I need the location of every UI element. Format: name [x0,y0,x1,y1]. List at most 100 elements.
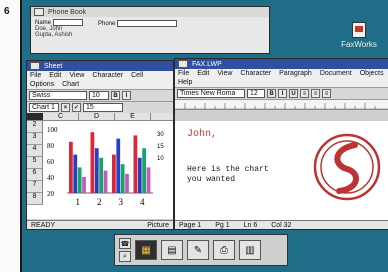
sheet-titlebar[interactable]: Sheet [27,61,173,71]
menu-help[interactable]: Help [178,79,192,86]
cell-value-input[interactable]: 15 [83,103,123,112]
menu-edit[interactable]: Edit [49,72,61,79]
align-right-icon[interactable]: ≡ [322,89,331,98]
system-menu-icon[interactable] [34,8,44,16]
chart-bar [142,148,147,193]
spreadsheet-grid[interactable]: C D E 2 3 4 5 6 7 8 100 80 60 40 20 30 15 10 1 2 3… [27,113,173,219]
bold-button[interactable]: B [111,91,120,100]
italic-button[interactable]: I [278,89,287,98]
application-launcher-bar: ☎ ⌕ ▦ ▤ ✎ ⎙ ▥ [114,234,288,266]
chart-bar [133,135,138,193]
cancel-icon[interactable]: × [61,103,70,112]
faxworks-label: FaxWorks [341,40,377,49]
align-left-icon[interactable]: ≡ [300,89,309,98]
faxworks-desktop-icon[interactable]: FaxWorks [334,22,384,49]
fax-menubar: File Edit View Character Paragraph Docum… [175,69,388,88]
notes-icon[interactable]: ▤ [161,240,183,260]
system-menu-icon[interactable] [30,62,40,70]
spreadsheet-icon[interactable]: ▦ [135,240,157,260]
system-menu-icon[interactable] [178,60,188,68]
menu-view[interactable]: View [69,72,84,79]
fax-document-window[interactable]: FAX.LWP File Edit View Character Paragra… [174,58,388,230]
menu-document[interactable]: Document [320,70,352,77]
x-tick-label: 3 [119,197,124,207]
font-size-select[interactable]: 12 [247,89,265,98]
column-header-d[interactable]: D [79,113,115,120]
printer-icon[interactable]: ⎙ [213,240,235,260]
entry-gupta-ashish[interactable]: Gupta, Ashish [35,32,90,38]
menu-paragraph[interactable]: Paragraph [279,70,312,77]
x-tick-label: 2 [97,197,102,207]
status-pg: Pg 1 [215,221,230,229]
phone-book-icon[interactable]: ☎ [119,238,131,249]
align-center-icon[interactable]: ≡ [311,89,320,98]
menu-character[interactable]: Character [92,72,123,79]
chart-bar [146,167,151,193]
row-header[interactable]: 3 [27,133,42,145]
row-header[interactable]: 8 [27,193,42,205]
pen-icon[interactable]: ✎ [187,240,209,260]
chart-bar [94,148,99,193]
sheet-statusbar: READY Picture [27,220,173,229]
bold-button[interactable]: B [267,89,276,98]
confirm-icon[interactable]: ✓ [72,103,81,112]
row-header[interactable]: 4 [27,145,42,157]
y-tick-label: 20 [47,190,55,198]
font-size-select[interactable]: 10 [89,91,109,100]
menu-options[interactable]: Options [30,81,54,88]
font-name-select[interactable]: Times New Roma [177,89,245,98]
sheet-window[interactable]: Sheet File Edit View Character Cell Opti… [26,60,174,230]
column-header-c[interactable]: C [43,113,79,120]
row-header[interactable]: 2 [27,121,42,133]
chart-bar [116,138,121,193]
chart-bar [125,173,129,193]
embedded-bar-chart[interactable]: 100 80 60 40 20 30 15 10 1 2 3 4 [45,123,173,213]
status-column: Col 32 [271,221,292,229]
document-page[interactable]: John, Here is the chart you wanted [175,121,388,220]
menu-edit[interactable]: Edit [197,70,209,77]
fax-titlebar[interactable]: FAX.LWP [175,59,388,69]
column-header-e[interactable]: E [115,113,151,120]
y-tick-label: 40 [47,174,55,182]
faxworks-icon [352,22,366,38]
desktop-screen: Phone Book Name Doe, John Gupta, Ashish … [20,0,388,272]
sheet-title: Sheet [44,62,63,70]
ruler[interactable] [175,100,388,110]
letter-greeting[interactable]: John, [187,129,217,140]
company-logo [313,133,381,201]
phone-book-titlebar[interactable]: Phone Book [31,7,269,17]
status-picture: Picture [147,221,169,229]
y-tick-label-right: 15 [157,144,164,150]
y-tick-label: 100 [47,126,58,134]
menu-chart[interactable]: Chart [62,81,79,88]
chart-bar [90,132,95,193]
italic-button[interactable]: I [122,91,131,100]
row-header[interactable]: 6 [27,169,42,181]
sheet-menubar: File Edit View Character Cell Options Ch… [27,71,173,90]
y-tick-label: 60 [47,158,55,166]
name-column-label: Name [35,19,52,26]
name-field[interactable] [53,19,84,26]
phone-field[interactable] [117,20,178,27]
row-header[interactable]: 7 [27,181,42,193]
ruler-ticks [175,103,388,109]
letter-body[interactable]: Here is the chart you wanted [187,165,273,185]
search-icon[interactable]: ⌕ [119,251,131,262]
cell-reference[interactable]: Chart 1 [29,103,59,112]
menu-file[interactable]: File [178,70,189,77]
fax-statusbar: Page 1 Pg 1 Ln 6 Col 32 [175,220,388,229]
chart-icon[interactable]: ▥ [239,240,261,260]
menu-view[interactable]: View [217,70,232,77]
font-name-select[interactable]: Swiss [29,91,87,100]
underline-button[interactable]: U [289,89,298,98]
menu-objects[interactable]: Objects [360,70,384,77]
menu-character[interactable]: Character [240,70,271,77]
y-tick-label: 80 [47,142,55,150]
x-tick-label: 4 [140,197,145,207]
phone-book-window[interactable]: Phone Book Name Doe, John Gupta, Ashish … [30,6,270,54]
menu-file[interactable]: File [30,72,41,79]
fax-title: FAX.LWP [192,60,222,68]
menu-cell[interactable]: Cell [131,72,143,79]
sheet-format-toolbar: Swiss 10 B I [27,90,173,102]
row-header[interactable]: 5 [27,157,42,169]
